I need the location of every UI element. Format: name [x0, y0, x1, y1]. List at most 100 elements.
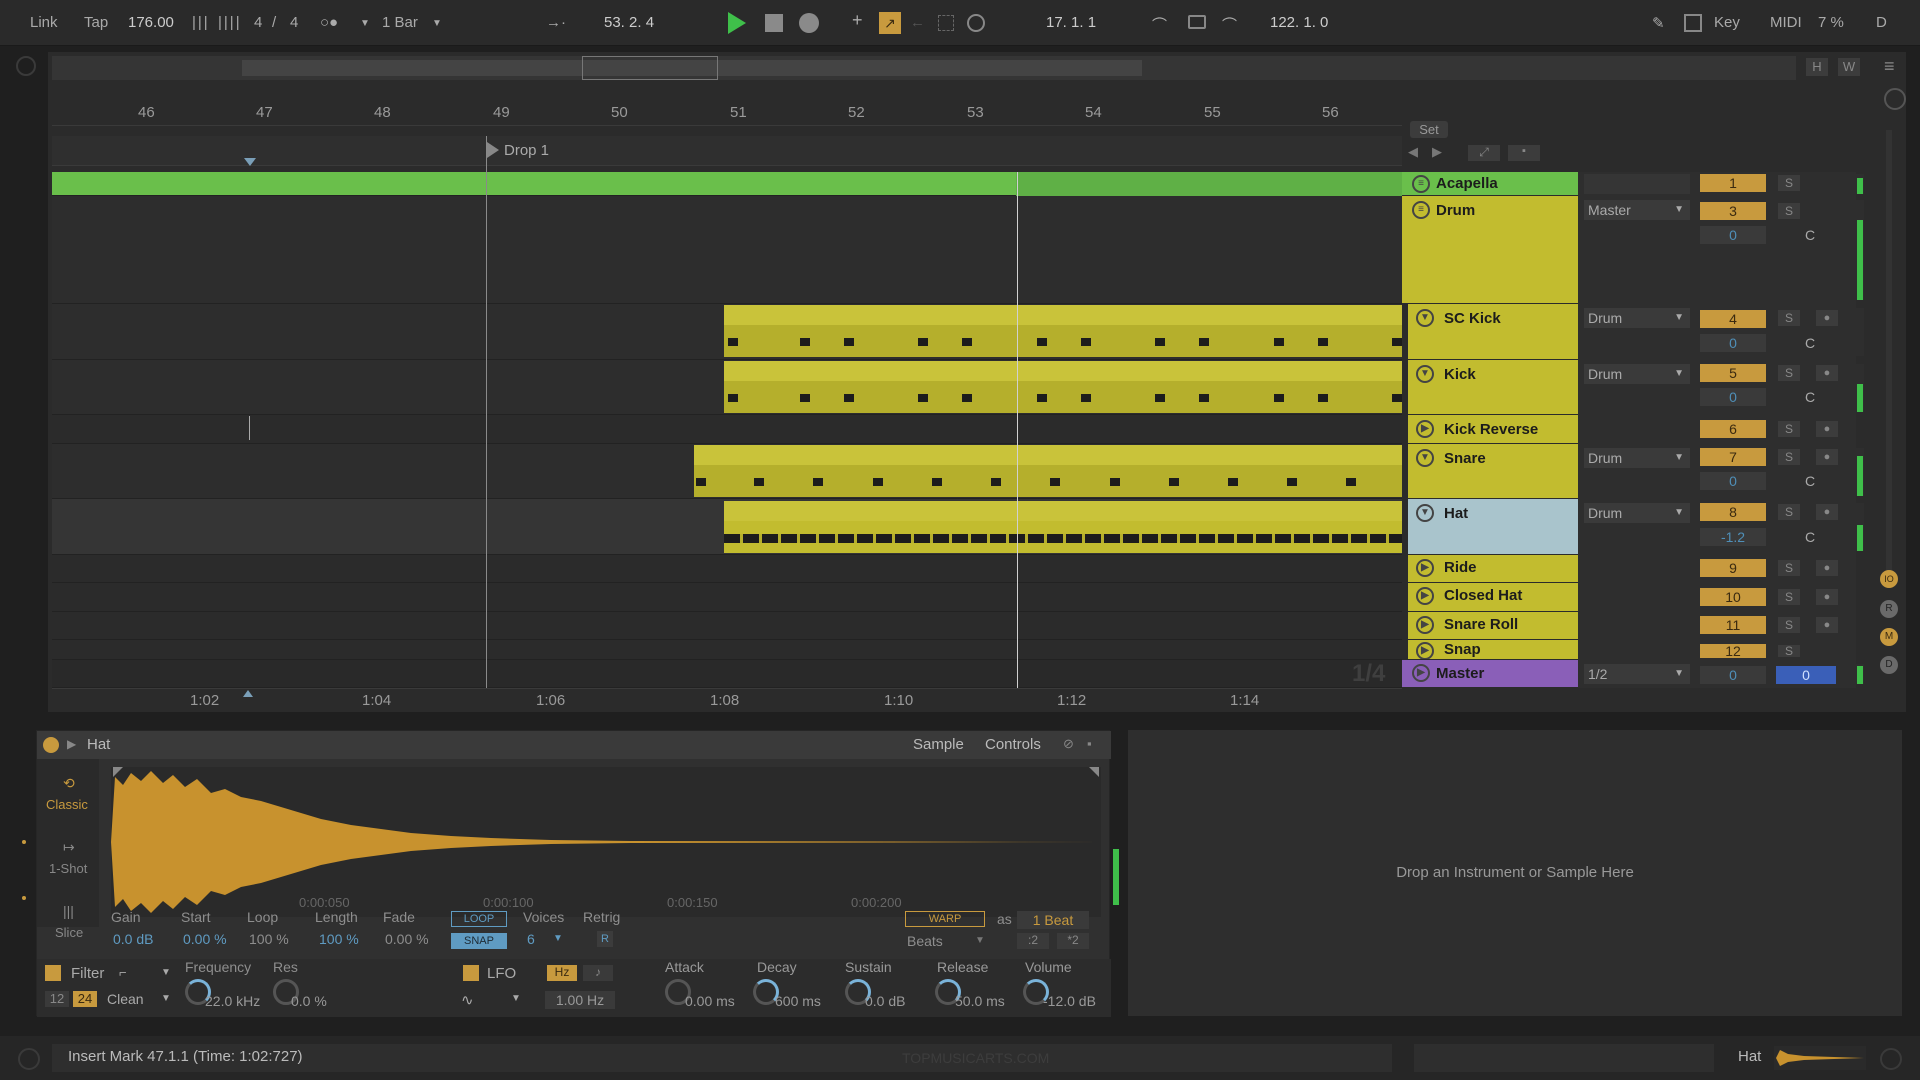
- routing-drum[interactable]: Master ▼: [1584, 200, 1690, 220]
- overdub-icon[interactable]: +: [852, 10, 863, 31]
- io-toggle-icon[interactable]: IO: [1880, 570, 1898, 588]
- routing-snare[interactable]: Drum ▼: [1584, 448, 1690, 468]
- routing-kick[interactable]: Drum ▼: [1584, 364, 1690, 384]
- fold-icon[interactable]: ▼: [1416, 309, 1434, 327]
- metronome-menu-icon[interactable]: ▼: [360, 18, 370, 29]
- track-header-snap[interactable]: ▶ Snap: [1408, 640, 1578, 660]
- volume-hat[interactable]: -1.2: [1700, 528, 1766, 546]
- link-button[interactable]: Link: [30, 14, 58, 31]
- hat-clip[interactable]: [724, 501, 1402, 553]
- track-header-master[interactable]: ▶ Master: [1402, 660, 1578, 688]
- retrig-button[interactable]: R: [597, 931, 613, 947]
- fit-width-button[interactable]: W: [1838, 58, 1860, 76]
- delay-toggle-icon[interactable]: D: [1880, 656, 1898, 674]
- mixer-toggle-icon[interactable]: M: [1880, 628, 1898, 646]
- volume-master[interactable]: 0: [1700, 666, 1766, 684]
- mode-classic[interactable]: Classic: [46, 797, 88, 812]
- key-map-button[interactable]: Key: [1714, 14, 1740, 31]
- track-header-kick-reverse[interactable]: ▶ Kick Reverse: [1408, 415, 1578, 444]
- loop-toggle-icon[interactable]: [1188, 15, 1206, 29]
- solo-button-hat[interactable]: S: [1778, 504, 1800, 520]
- track-number-acapella[interactable]: 1: [1700, 174, 1766, 192]
- routing-sc-kick[interactable]: Drum ▼: [1584, 308, 1690, 328]
- track-header-sc-kick[interactable]: ▼ SC Kick: [1408, 304, 1578, 360]
- lfo-waveform-icon[interactable]: ∿: [461, 991, 474, 1009]
- play-icon[interactable]: ▶: [1416, 642, 1434, 659]
- fit-height-button[interactable]: H: [1806, 58, 1828, 76]
- start-value[interactable]: 0.00 %: [183, 931, 227, 947]
- track-number-sc-kick[interactable]: 4: [1700, 310, 1766, 328]
- arm-button-snare[interactable]: ●: [1816, 449, 1838, 465]
- warp-button[interactable]: WARP: [905, 911, 985, 927]
- stop-icon[interactable]: [765, 14, 783, 32]
- solo-button-ride[interactable]: S: [1778, 560, 1800, 576]
- play-icon[interactable]: ▶: [1412, 664, 1430, 682]
- arm-button-ride[interactable]: ●: [1816, 560, 1838, 576]
- overview-viewport[interactable]: [582, 56, 718, 80]
- filter-toggle[interactable]: [45, 965, 61, 981]
- group-fold-icon[interactable]: ≡: [1412, 175, 1430, 193]
- track-number-snare-roll[interactable]: 11: [1700, 616, 1766, 634]
- punch-out-icon[interactable]: ⌒: [1222, 14, 1237, 35]
- pan-master[interactable]: 0: [1776, 666, 1836, 684]
- length-value[interactable]: 100 %: [319, 931, 359, 947]
- lfo-toggle[interactable]: [463, 965, 479, 981]
- one-shot-mode-icon[interactable]: ↦: [63, 839, 75, 856]
- master-lane[interactable]: [52, 660, 1402, 688]
- slice-mode-icon[interactable]: |||: [63, 903, 74, 919]
- solo-button-snare-roll[interactable]: S: [1778, 617, 1800, 633]
- hide-device-view-icon[interactable]: [1880, 1048, 1902, 1070]
- gain-value[interactable]: 0.0 dB: [113, 931, 153, 947]
- solo-button-kick[interactable]: S: [1778, 365, 1800, 381]
- follow-icon[interactable]: →·: [546, 14, 566, 31]
- snare-clip[interactable]: [694, 445, 1402, 497]
- arm-button-kick[interactable]: ●: [1816, 365, 1838, 381]
- beat-time-ruler[interactable]: [52, 96, 1402, 126]
- loop-toggle-button[interactable]: LOOP: [451, 911, 507, 927]
- fold-icon[interactable]: ▼: [1416, 504, 1434, 522]
- vertical-scrollbar[interactable]: [1886, 130, 1892, 570]
- solo-button-snare[interactable]: S: [1778, 449, 1800, 465]
- track-header-hat[interactable]: ▼ Hat: [1408, 499, 1578, 555]
- play-icon[interactable]: [728, 12, 746, 34]
- fold-icon[interactable]: ▼: [1416, 449, 1434, 467]
- song-position-field[interactable]: 53. 2. 4: [604, 14, 654, 31]
- back-to-arrangement-icon[interactable]: ←: [910, 14, 925, 31]
- closed-hat-lane[interactable]: [52, 583, 1402, 612]
- volume-snare[interactable]: 0: [1700, 472, 1766, 490]
- classic-mode-icon[interactable]: ⟲: [63, 775, 75, 792]
- lfo-hz-button[interactable]: Hz: [547, 965, 577, 981]
- arrangement-overview[interactable]: [52, 56, 1796, 80]
- solo-button-drum[interactable]: S: [1778, 203, 1800, 219]
- device-drop-zone[interactable]: Drop an Instrument or Sample Here: [1128, 730, 1902, 1016]
- slope-24-button[interactable]: 24: [73, 991, 97, 1007]
- mode-1-shot[interactable]: 1-Shot: [49, 861, 87, 876]
- midi-map-button[interactable]: MIDI: [1770, 14, 1802, 31]
- next-locator-icon[interactable]: ▶: [1432, 144, 1442, 160]
- lfo-rate-field[interactable]: 1.00 Hz: [545, 991, 615, 1009]
- snare-roll-lane[interactable]: [52, 612, 1402, 640]
- tap-tempo-button[interactable]: Tap: [84, 14, 108, 31]
- slope-12-button[interactable]: 12: [45, 991, 69, 1007]
- locator-flag-icon[interactable]: [487, 142, 499, 158]
- computer-keyboard-icon[interactable]: [1684, 14, 1702, 32]
- pan-drum[interactable]: C: [1790, 226, 1830, 244]
- halve-button[interactable]: :2: [1017, 933, 1049, 949]
- solo-button-acapella[interactable]: S: [1778, 175, 1800, 191]
- device-save-icon[interactable]: ▪: [1087, 736, 1092, 751]
- arm-button-kick-reverse[interactable]: ●: [1816, 421, 1838, 437]
- fold-icon[interactable]: ▼: [1416, 365, 1434, 383]
- ride-lane[interactable]: [52, 555, 1402, 583]
- lock-icon[interactable]: ▪: [1508, 145, 1540, 161]
- snap-lane[interactable]: [52, 640, 1402, 660]
- locator-drop-1[interactable]: Drop 1: [504, 142, 549, 159]
- menu-icon[interactable]: ≡: [1884, 56, 1906, 76]
- play-icon[interactable]: ▶: [1416, 559, 1434, 577]
- pan-hat[interactable]: C: [1790, 528, 1830, 546]
- volume-drum[interactable]: 0: [1700, 226, 1766, 244]
- tempo-field[interactable]: 176.00: [128, 14, 174, 31]
- signature-denominator[interactable]: 4: [290, 14, 298, 31]
- voices-value[interactable]: 6: [527, 931, 535, 947]
- arm-button-hat[interactable]: ●: [1816, 504, 1838, 520]
- previous-locator-icon[interactable]: ◀: [1408, 144, 1418, 160]
